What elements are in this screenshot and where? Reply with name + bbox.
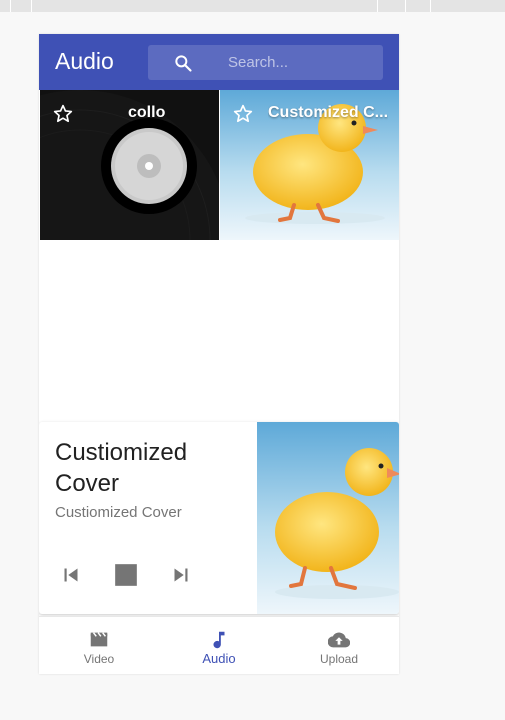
strip-divider xyxy=(377,0,378,12)
star-outline-icon[interactable] xyxy=(232,103,254,125)
track-title: Custiomized Cover xyxy=(55,439,188,497)
tile-title: Customized C... xyxy=(268,104,389,121)
app-toolbar: Audio xyxy=(39,34,399,90)
browser-top-strip xyxy=(0,0,505,12)
nav-label: Upload xyxy=(319,652,359,666)
cloud-upload-icon xyxy=(328,632,350,648)
skip-previous-icon[interactable] xyxy=(58,562,84,588)
tile-title: collo xyxy=(128,104,166,121)
strip-divider xyxy=(405,0,406,12)
nav-label: Audio xyxy=(202,651,236,666)
grid-tile-customized-cover[interactable]: Customized C... xyxy=(220,90,399,240)
music-note-icon xyxy=(213,631,225,649)
grid-tile-collo[interactable]: collo xyxy=(40,90,219,240)
app-window: Audio collo xyxy=(39,34,399,674)
track-subtitle: Custiomized Cover xyxy=(55,504,182,521)
stop-icon[interactable] xyxy=(113,562,139,588)
nav-audio[interactable]: Audio xyxy=(159,617,279,674)
now-playing-card: Custiomized Cover Custiomized Cover xyxy=(39,422,399,614)
movie-icon xyxy=(90,630,108,647)
nav-upload[interactable]: Upload xyxy=(279,617,399,674)
audio-grid: collo Customized C... xyxy=(39,90,399,240)
search-input[interactable] xyxy=(228,45,378,80)
page-title: Audio xyxy=(55,48,114,74)
search-icon[interactable] xyxy=(173,53,193,73)
strip-divider xyxy=(430,0,431,12)
nav-video[interactable]: Video xyxy=(39,617,159,674)
star-outline-icon[interactable] xyxy=(52,103,74,125)
bottom-navigation: Video Audio Upload xyxy=(39,616,399,674)
search-box[interactable] xyxy=(148,45,383,80)
strip-divider xyxy=(10,0,11,12)
album-cover-image xyxy=(257,422,399,614)
skip-next-icon[interactable] xyxy=(168,562,194,588)
strip-divider xyxy=(31,0,32,12)
nav-label: Video xyxy=(83,652,115,666)
